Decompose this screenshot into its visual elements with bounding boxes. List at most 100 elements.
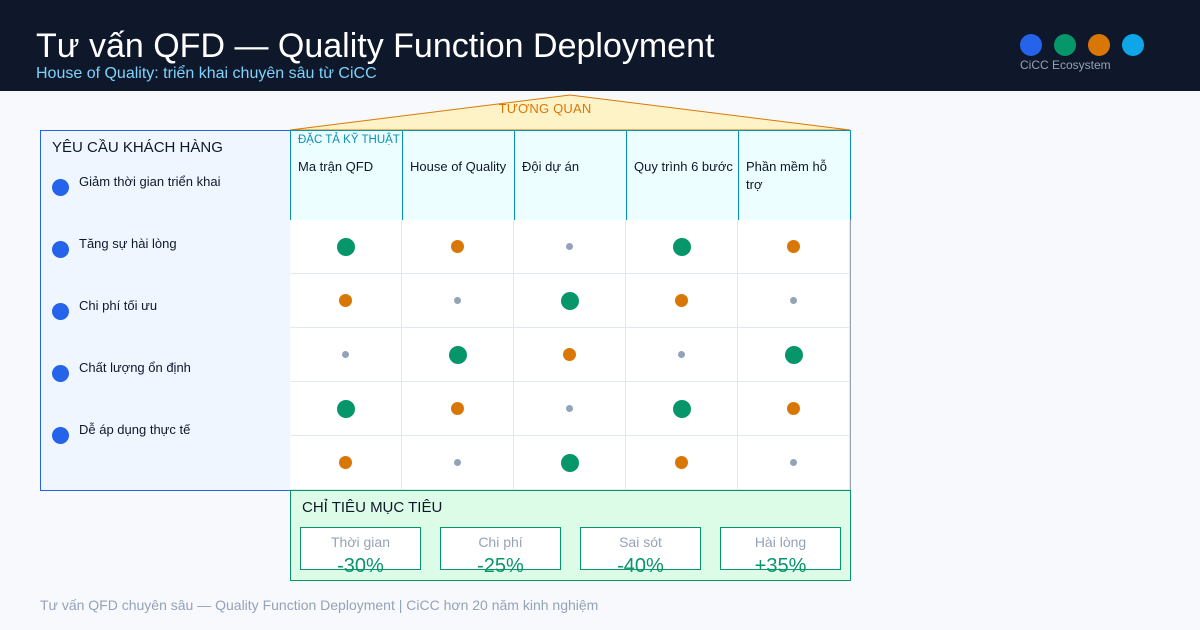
matrix-cell <box>402 382 514 436</box>
matrix-cell <box>626 274 738 328</box>
matrix-cell <box>738 436 850 490</box>
target-metrics-panel: CHỈ TIÊU MỤC TIÊU Thời gian -30% Chi phí -2… <box>290 490 851 581</box>
matrix-cell <box>626 436 738 490</box>
brand-dot-green <box>1054 34 1076 56</box>
matrix-cell <box>626 382 738 436</box>
matrix-cell <box>514 220 626 274</box>
spec-column-label: Phần mềm hỗ trợ <box>746 159 827 192</box>
customer-requirements-title: YÊU CẦU KHÁCH HÀNG <box>52 139 223 156</box>
strong-relationship-icon <box>785 346 803 364</box>
medium-relationship-icon <box>787 240 800 253</box>
medium-relationship-icon <box>339 294 352 307</box>
matrix-cell <box>738 274 850 328</box>
requirement-bullet-icon <box>52 241 69 258</box>
requirement-label: Tăng sự hài lòng <box>79 236 177 251</box>
customer-requirements-panel: YÊU CẦU KHÁCH HÀNG Giảm thời gian triển … <box>40 130 291 491</box>
page-subtitle: House of Quality: triển khai chuyên sâu … <box>36 65 377 82</box>
target-metric-card: Sai sót -40% <box>580 527 701 577</box>
matrix-cell <box>514 328 626 382</box>
requirement-bullet-icon <box>52 365 69 382</box>
weak-relationship-icon <box>454 459 461 466</box>
target-metric-value: -30% <box>337 555 384 577</box>
matrix-cell <box>402 274 514 328</box>
page-title: Tư vấn QFD — Quality Function Deployment <box>36 27 715 65</box>
weak-relationship-icon <box>342 351 349 358</box>
medium-relationship-icon <box>675 294 688 307</box>
requirement-label: Chi phí tối ưu <box>79 298 158 313</box>
strong-relationship-icon <box>561 454 579 472</box>
medium-relationship-icon <box>787 402 800 415</box>
requirement-item: Tăng sự hài lòng <box>52 236 284 258</box>
medium-relationship-icon <box>675 456 688 469</box>
target-metric-label: Sai sót <box>619 534 662 550</box>
weak-relationship-icon <box>454 297 461 304</box>
matrix-cell <box>402 436 514 490</box>
spec-column-label: Ma trận QFD <box>298 159 374 174</box>
correlation-roof-label: TƯƠNG QUAN <box>498 101 592 116</box>
target-metric-value: +35% <box>754 555 807 577</box>
header-bar: Tư vấn QFD — Quality Function Deployment… <box>0 0 1200 91</box>
weak-relationship-icon <box>790 459 797 466</box>
medium-relationship-icon <box>563 348 576 361</box>
target-metric-label: Chi phí <box>478 534 523 550</box>
spec-column: Phần mềm hỗ trợ <box>739 131 851 220</box>
target-metric-value: -40% <box>617 555 664 577</box>
matrix-cell <box>402 220 514 274</box>
matrix-cell <box>626 328 738 382</box>
target-metric-value: -25% <box>477 555 524 577</box>
matrix-cell <box>290 328 402 382</box>
spec-column-label: Quy trình 6 bước <box>634 159 733 174</box>
requirement-label: Giảm thời gian triển khai <box>79 174 221 189</box>
target-metric-card: Thời gian -30% <box>300 527 421 577</box>
requirement-item: Dễ áp dụng thực tế <box>52 422 284 444</box>
footer-note: Tư vấn QFD chuyên sâu — Quality Function… <box>40 597 599 613</box>
matrix-cell <box>738 382 850 436</box>
requirement-label: Dễ áp dụng thực tế <box>79 422 191 437</box>
spec-column-label: Đội dự án <box>522 159 580 174</box>
strong-relationship-icon <box>337 238 355 256</box>
target-metrics-title: CHỈ TIÊU MỤC TIÊU <box>302 499 443 516</box>
target-metric-card: Hài lòng +35% <box>720 527 841 577</box>
matrix-cell <box>290 436 402 490</box>
requirement-bullet-icon <box>52 427 69 444</box>
relationship-matrix <box>290 220 851 491</box>
medium-relationship-icon <box>451 402 464 415</box>
strong-relationship-icon <box>673 238 691 256</box>
requirement-bullet-icon <box>52 303 69 320</box>
requirement-label: Chất lượng ổn định <box>79 360 191 375</box>
requirement-item: Chất lượng ổn định <box>52 360 284 382</box>
matrix-cell <box>626 220 738 274</box>
target-metric-label: Thời gian <box>331 534 390 550</box>
strong-relationship-icon <box>673 400 691 418</box>
strong-relationship-icon <box>449 346 467 364</box>
requirement-item: Chi phí tối ưu <box>52 298 284 320</box>
matrix-cell <box>738 328 850 382</box>
matrix-cell <box>514 382 626 436</box>
matrix-cell <box>290 274 402 328</box>
medium-relationship-icon <box>451 240 464 253</box>
weak-relationship-icon <box>566 405 573 412</box>
strong-relationship-icon <box>337 400 355 418</box>
target-metric-label: Hài lòng <box>754 534 807 550</box>
weak-relationship-icon <box>790 297 797 304</box>
matrix-cell <box>738 220 850 274</box>
requirement-bullet-icon <box>52 179 69 196</box>
matrix-cell <box>290 382 402 436</box>
brand-label: CiCC Ecosystem <box>1020 58 1111 72</box>
spec-column: Quy trình 6 bước <box>627 131 739 220</box>
matrix-cell <box>402 328 514 382</box>
weak-relationship-icon <box>678 351 685 358</box>
medium-relationship-icon <box>339 456 352 469</box>
strong-relationship-icon <box>561 292 579 310</box>
matrix-cell <box>514 436 626 490</box>
technical-specs-header: ĐẶC TẢ KỸ THUẬT Ma trận QFD House of Qual… <box>290 130 851 221</box>
brand-dots <box>1020 34 1150 56</box>
brand-dot-blue <box>1020 34 1042 56</box>
matrix-cell <box>514 274 626 328</box>
matrix-cell <box>290 220 402 274</box>
requirement-item: Giảm thời gian triển khai <box>52 174 284 196</box>
spec-column: Ma trận QFD <box>291 131 403 220</box>
spec-column: Đội dự án <box>515 131 627 220</box>
target-metric-card: Chi phí -25% <box>440 527 561 577</box>
spec-column-label: House of Quality <box>410 159 507 174</box>
